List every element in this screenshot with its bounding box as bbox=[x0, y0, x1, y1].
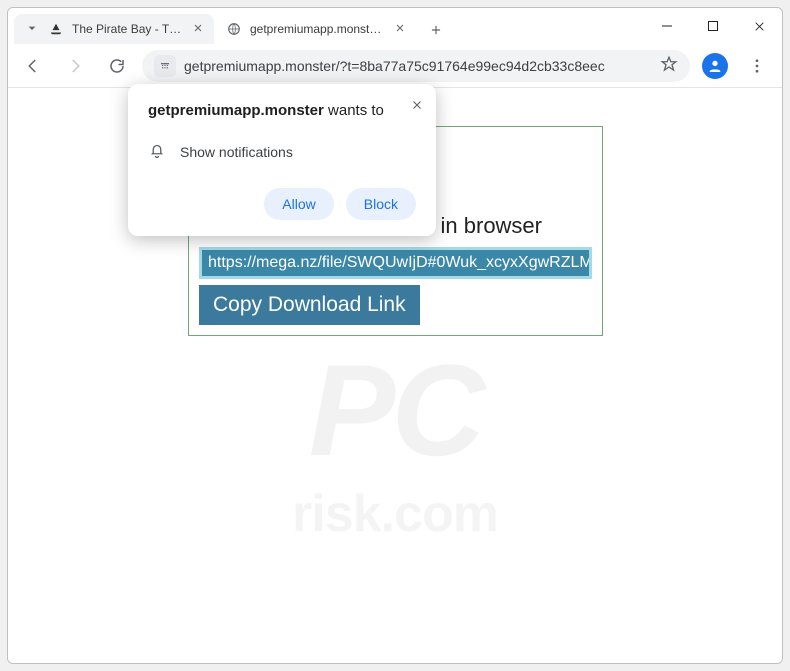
chevron-down-icon[interactable] bbox=[24, 20, 40, 39]
prompt-permission-label: Show notifications bbox=[180, 144, 293, 160]
close-icon[interactable] bbox=[394, 22, 406, 37]
watermark-logo: PC bbox=[309, 335, 482, 485]
maximize-button[interactable] bbox=[690, 8, 736, 44]
globe-icon bbox=[226, 21, 242, 37]
close-icon[interactable] bbox=[192, 22, 204, 37]
new-tab-button[interactable] bbox=[422, 16, 450, 44]
watermark-sub: risk.com bbox=[292, 484, 498, 544]
prompt-permission-row: Show notifications bbox=[148, 141, 416, 162]
address-bar[interactable]: getpremiumapp.monster/?t=8ba77a75c91764e… bbox=[142, 50, 690, 82]
tab-active[interactable]: getpremiumapp.monster/?t=8b… bbox=[216, 14, 416, 44]
back-button[interactable] bbox=[16, 49, 50, 83]
browser-window: The Pirate Bay - The galaxy's m… getprem… bbox=[7, 7, 783, 664]
ship-icon bbox=[48, 21, 64, 37]
window-controls bbox=[644, 8, 782, 44]
tab-inactive[interactable]: The Pirate Bay - The galaxy's m… bbox=[14, 14, 214, 44]
tab-title: The Pirate Bay - The galaxy's m… bbox=[72, 22, 184, 36]
close-icon[interactable] bbox=[410, 98, 424, 117]
tab-title: getpremiumapp.monster/?t=8b… bbox=[250, 22, 386, 36]
profile-avatar[interactable] bbox=[698, 49, 732, 83]
download-link-field[interactable]: https://mega.nz/file/SWQUwIjD#0Wuk_xcyxX… bbox=[199, 247, 592, 279]
close-window-button[interactable] bbox=[736, 8, 782, 44]
url-text: getpremiumapp.monster/?t=8ba77a75c91764e… bbox=[184, 58, 605, 74]
forward-button[interactable] bbox=[58, 49, 92, 83]
block-button[interactable]: Block bbox=[346, 188, 416, 220]
bell-icon bbox=[148, 141, 166, 162]
notification-permission-prompt: getpremiumapp.monster wants to Show noti… bbox=[128, 84, 436, 236]
copy-link-button[interactable]: Copy Download Link bbox=[199, 285, 420, 325]
tab-strip: The Pirate Bay - The galaxy's m… getprem… bbox=[8, 8, 450, 44]
prompt-actions: Allow Block bbox=[148, 188, 416, 220]
prompt-title: getpremiumapp.monster wants to bbox=[148, 102, 416, 119]
reload-button[interactable] bbox=[100, 49, 134, 83]
toolbar: getpremiumapp.monster/?t=8ba77a75c91764e… bbox=[8, 44, 782, 88]
minimize-button[interactable] bbox=[644, 8, 690, 44]
menu-button[interactable] bbox=[740, 49, 774, 83]
star-icon[interactable] bbox=[660, 55, 678, 76]
site-settings-icon[interactable] bbox=[154, 55, 176, 77]
caption-bar: The Pirate Bay - The galaxy's m… getprem… bbox=[8, 8, 782, 44]
allow-button[interactable]: Allow bbox=[264, 188, 333, 220]
